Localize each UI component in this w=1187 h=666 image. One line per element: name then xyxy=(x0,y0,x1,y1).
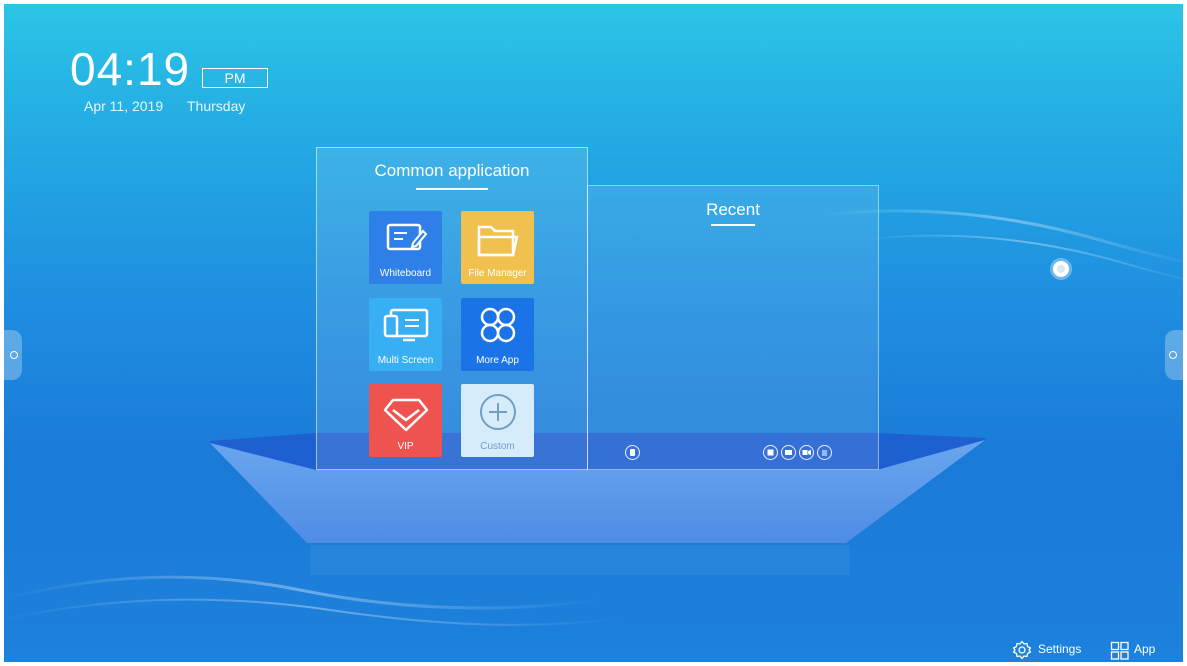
vip-diamond-icon xyxy=(383,398,429,432)
whiteboard-icon xyxy=(386,223,428,251)
floating-assistant-button[interactable] xyxy=(1053,261,1069,277)
settings-label: Settings xyxy=(1038,642,1082,656)
gear-icon xyxy=(1012,640,1032,660)
multi-screen-icon xyxy=(383,308,429,342)
right-side-handle[interactable] xyxy=(1165,330,1183,380)
window-icon[interactable] xyxy=(763,445,778,460)
whiteboard-label: Whiteboard xyxy=(379,268,432,279)
camera-icon[interactable] xyxy=(799,445,814,460)
plus-circle-icon xyxy=(480,394,516,430)
clock-ampm-badge: PM xyxy=(202,68,268,88)
more-app-label: More App xyxy=(476,355,519,366)
app-button[interactable]: App xyxy=(1110,638,1165,660)
common-application-panel: Common application Whiteboard File Manag… xyxy=(316,147,588,470)
whiteboard-app-tile[interactable]: Whiteboard xyxy=(369,211,442,284)
left-side-handle[interactable] xyxy=(4,330,22,380)
clock-date: Apr 11, 2019 xyxy=(84,98,164,114)
common-title-underline xyxy=(416,188,488,190)
more-app-tile[interactable]: More App xyxy=(461,298,534,371)
menu-icon[interactable] xyxy=(817,445,832,460)
custom-label: Custom xyxy=(480,441,515,452)
multi-screen-label: Multi Screen xyxy=(377,355,434,366)
custom-app-tile[interactable]: Custom xyxy=(461,384,534,457)
file-manager-label: File Manager xyxy=(468,268,527,279)
recent-title-underline xyxy=(711,224,755,226)
multi-screen-app-tile[interactable]: Multi Screen xyxy=(369,298,442,371)
folder-icon xyxy=(477,225,519,257)
recent-panel-title: Recent xyxy=(706,200,760,219)
common-panel-title: Common application xyxy=(374,161,530,180)
vip-app-tile[interactable]: VIP xyxy=(369,384,442,457)
app-label: App xyxy=(1134,642,1156,656)
app-grid-icon xyxy=(1110,641,1129,660)
right-border xyxy=(1183,0,1187,666)
file-manager-app-tile[interactable]: File Manager xyxy=(461,211,534,284)
settings-button[interactable]: Settings xyxy=(1012,638,1092,660)
clock-weekday: Thursday xyxy=(187,98,246,114)
bottom-border xyxy=(0,662,1187,666)
recent-panel: Recent xyxy=(587,185,879,470)
more-app-icon xyxy=(480,307,516,343)
vip-label: VIP xyxy=(397,441,414,452)
browser-icon[interactable] xyxy=(781,445,796,460)
top-border xyxy=(0,0,1187,4)
clear-recent-icon[interactable] xyxy=(625,445,640,460)
clock-time: 04:19 xyxy=(70,43,191,95)
